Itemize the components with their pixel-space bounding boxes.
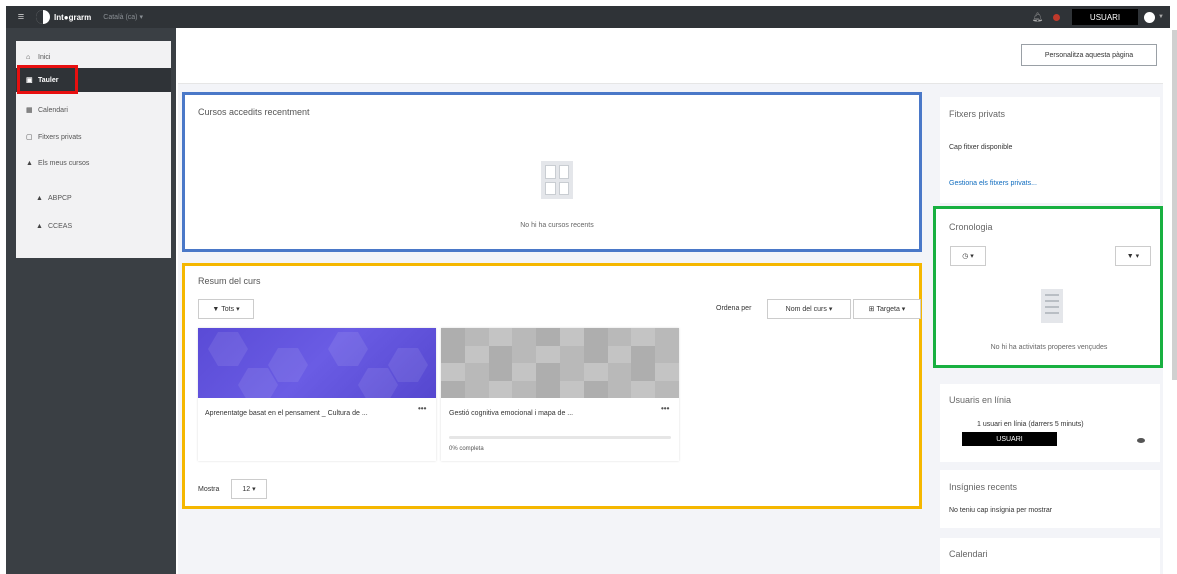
timeline-date-filter[interactable]: ◷ ▾ xyxy=(950,246,986,266)
private-files-empty: Cap fitxer disponible xyxy=(949,144,1013,151)
timeline-sort-filter[interactable]: ▼ ▾ xyxy=(1115,246,1151,266)
messages-icon[interactable] xyxy=(1053,13,1061,21)
grouping-filter-label: Tots xyxy=(221,305,235,313)
sort-value: Nom del curs xyxy=(785,305,827,313)
show-label: Mostra xyxy=(198,486,220,493)
online-user-name[interactable]: USUARI xyxy=(962,432,1057,446)
chevron-down-icon: ▾ xyxy=(250,486,256,493)
logo-text: Int●grarm xyxy=(54,12,92,22)
nav-item-course-cceas[interactable]: ▲ CCEAS xyxy=(16,214,171,238)
chevron-down-icon: ▾ xyxy=(826,306,833,313)
grouping-filter-dropdown[interactable]: ▼ Tots ▾ xyxy=(198,299,254,319)
menu-toggle-icon[interactable]: ≡ xyxy=(10,11,32,23)
logo-icon xyxy=(36,10,50,24)
customise-page-button[interactable]: Personalitza aquesta pàgina xyxy=(1021,44,1157,66)
avatar[interactable] xyxy=(1144,11,1156,23)
nav-item-label: Fitxers privats xyxy=(38,133,82,141)
course-progress-bar xyxy=(449,436,671,439)
view-value: Targeta xyxy=(876,305,900,313)
page-header xyxy=(178,28,1163,84)
course-image[interactable] xyxy=(198,328,436,398)
private-files-title: Fitxers privats xyxy=(949,109,1006,119)
course-progress-text: 0% completa xyxy=(449,446,484,452)
scrollbar[interactable] xyxy=(1172,30,1177,380)
graduation-cap-icon: ▲ xyxy=(36,222,43,230)
chevron-down-icon: ▾ xyxy=(234,306,240,313)
sort-dropdown[interactable]: Nom del curs ▾ xyxy=(767,299,851,319)
course-name-link[interactable]: Gestió cognitiva emocional i mapa de ... xyxy=(449,408,649,419)
highlight-box-red xyxy=(17,65,78,94)
course-overview-title: Resum del curs xyxy=(198,276,261,286)
home-icon: ⌂ xyxy=(26,53,31,61)
site-logo[interactable]: Int●grarm xyxy=(36,10,91,24)
filter-icon: ▼ xyxy=(212,305,222,313)
graduation-cap-icon: ▲ xyxy=(26,159,33,167)
empty-courses-icon xyxy=(541,161,573,199)
nav-drawer: ⌂ Inici ▣ Tauler ▦ Calendari ▢ Fitxers p… xyxy=(6,28,176,574)
nav-item-label: Inici xyxy=(38,53,51,61)
nav-item-course-abpcp[interactable]: ▲ ABPCP xyxy=(16,186,171,210)
recent-badges-block xyxy=(940,470,1160,528)
paging-value: 12 xyxy=(242,485,251,493)
course-name-link[interactable]: Aprenentatge basat en el pensament _ Cul… xyxy=(205,408,410,419)
filter-icon: ▼ xyxy=(1126,252,1134,260)
top-navbar: ≡ Int●grarm Català (ca) ▾ 🔔︎ USUARI ▼ xyxy=(6,6,1170,28)
timeline-title: Cronologia xyxy=(949,222,993,232)
nav-item-private-files[interactable]: ▢ Fitxers privats xyxy=(16,125,171,149)
bell-icon[interactable]: 🔔︎ xyxy=(1032,12,1043,23)
sort-label: Ordena per xyxy=(716,305,752,312)
nav-item-label: Els meus cursos xyxy=(38,159,90,167)
recent-badges-title: Insígnies recents xyxy=(949,482,1018,492)
language-menu[interactable]: Català (ca) ▾ xyxy=(103,13,143,21)
more-options-icon[interactable]: ••• xyxy=(418,404,426,413)
grid-icon: ⊞ xyxy=(868,306,877,313)
chevron-down-icon: ▾ xyxy=(968,253,974,260)
chevron-down-icon: ▾ xyxy=(1133,253,1140,260)
nav-item-label: ABPCP xyxy=(48,194,72,202)
user-name[interactable]: USUARI xyxy=(1072,9,1139,25)
recent-courses-empty-text: No hi ha cursos recents xyxy=(520,222,594,229)
nav-item-calendar[interactable]: ▦ Calendari xyxy=(16,98,171,122)
view-dropdown[interactable]: ⊞ Targeta ▾ xyxy=(853,299,921,319)
recent-courses-title: Cursos accedits recentment xyxy=(198,107,310,117)
calendar-icon: ▦ xyxy=(26,107,33,114)
chevron-down-icon[interactable]: ▼ xyxy=(1158,14,1164,20)
empty-timeline-icon xyxy=(1041,289,1063,323)
online-users-summary: 1 usuari en línia (darrers 5 minuts) xyxy=(977,421,1084,428)
manage-private-files-link[interactable]: Gestiona els fitxers privats... xyxy=(949,180,1037,187)
eye-icon[interactable] xyxy=(1137,438,1145,443)
recent-badges-empty: No teniu cap insígnia per mostrar xyxy=(949,507,1053,514)
calendar-title: Calendari xyxy=(949,549,988,559)
nav-item-label: Calendari xyxy=(38,106,68,114)
paging-dropdown[interactable]: 12 ▾ xyxy=(231,479,267,499)
course-image[interactable] xyxy=(441,328,679,398)
chevron-down-icon: ▾ xyxy=(899,306,906,313)
nav-item-label: CCEAS xyxy=(48,222,73,230)
nav-item-my-courses[interactable]: ▲ Els meus cursos xyxy=(16,151,171,175)
timeline-empty-text: No hi ha activitats properes vençudes xyxy=(990,344,1108,351)
online-users-title: Usuaris en línia xyxy=(949,395,1012,405)
graduation-cap-icon: ▲ xyxy=(36,194,43,202)
file-icon: ▢ xyxy=(26,134,33,141)
more-options-icon[interactable]: ••• xyxy=(661,404,669,413)
